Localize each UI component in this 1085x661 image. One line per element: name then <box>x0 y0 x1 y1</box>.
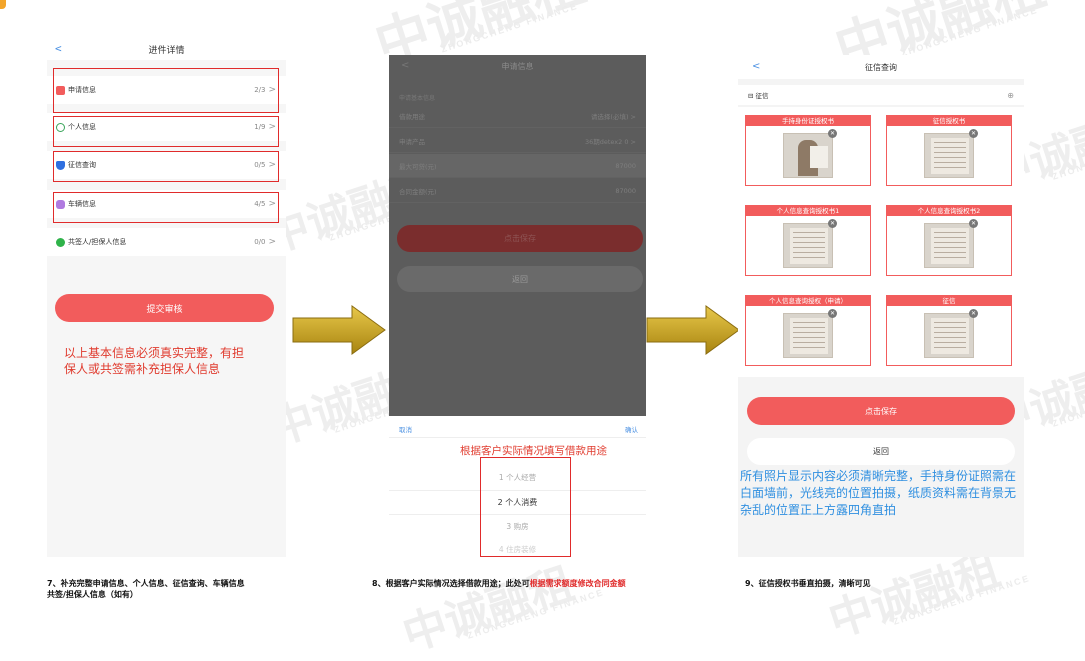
page-title: 申请信息 <box>501 61 534 71</box>
screen-header: < 征信查询 <box>738 55 1024 79</box>
next-step-arrow <box>646 305 740 355</box>
chevron-right-icon: > <box>268 237 276 247</box>
screen-header: < 进件详情 <box>47 38 286 60</box>
field-value: 87000 <box>615 186 636 195</box>
photo-card-credit-auth[interactable]: 征信授权书 ✕ <box>886 115 1012 186</box>
card-title: 征信授权书 <box>887 116 1011 126</box>
field-value: 87000 <box>615 161 636 170</box>
return-button[interactable]: 返回 <box>747 438 1015 465</box>
card-title: 个人信息查询授权（申请） <box>746 296 870 306</box>
highlight-box <box>480 457 571 557</box>
screen-header: < 申请信息 <box>389 55 646 77</box>
step-caption-7: 7、补充完整申请信息、个人信息、征信查询、车辆信息 共签/担保人信息（如有） <box>47 579 245 599</box>
field-label: 借款用途 <box>399 112 425 121</box>
delete-photo-icon[interactable]: ✕ <box>828 309 837 318</box>
corner-mark <box>0 0 6 9</box>
save-button[interactable]: 点击保存 <box>397 225 643 252</box>
card-title: 征信 <box>887 296 1011 306</box>
card-title: 个人信息查询授权书1 <box>746 206 870 216</box>
field-value: 请选择(必填) > <box>590 112 636 121</box>
step-caption-9: 9、征信授权书垂直拍摄，清晰可见 <box>745 579 871 588</box>
section-title: 申请基本信息 <box>399 95 436 102</box>
photo-card-info-auth-applicant[interactable]: 个人信息查询授权（申请） ✕ <box>745 295 871 366</box>
card-title: 手持身份证授权书 <box>746 116 870 126</box>
photo-grid: 手持身份证授权书 ✕ 征信授权书 ✕ 个人信息查询授权书1 ✕ 个人信息查询授权… <box>738 107 1024 377</box>
delete-photo-icon[interactable]: ✕ <box>969 219 978 228</box>
card-title: 个人信息查询授权书2 <box>887 206 1011 216</box>
back-button[interactable]: < <box>401 60 409 71</box>
delete-photo-icon[interactable]: ✕ <box>828 129 837 138</box>
field-product[interactable]: 申请产品 36期detex2 0 > <box>389 129 646 153</box>
watermark: 中诚融租ZHONGCHENG FINANCE <box>396 558 606 661</box>
highlight-box <box>53 68 279 113</box>
progress-detail-screen: < 进件详情 申请信息 2/3 > 个人信息 1/9 > 征信查询 0/5 > … <box>47 38 286 557</box>
photo-instruction-note: 所有照片显示内容必须清晰完整，手持身份证照需在白面墙前，光线亮的位置拍摄，纸质资… <box>740 469 1017 517</box>
return-button[interactable]: 返回 <box>397 266 643 292</box>
photo-thumbnail[interactable] <box>924 133 974 178</box>
field-loan-purpose[interactable]: 借款用途 请选择(必填) > <box>389 104 646 128</box>
field-label: 合同金额(元) <box>399 187 437 196</box>
step-caption-8: 8、根据客户实际情况选择借款用途；此处可根据需求额度修改合同金额 <box>372 579 626 588</box>
photo-thumbnail[interactable] <box>924 313 974 358</box>
instruction-note: 以上基本信息必须真实完整，有担保人或共签需补充担保人信息 <box>64 346 245 376</box>
section-title: ⊟ 征信 <box>748 92 769 100</box>
credit-section-header[interactable]: ⊟ 征信 ⊕ <box>738 85 1024 105</box>
add-icon[interactable]: ⊕ <box>1007 91 1014 100</box>
field-label: 最大可贷(元) <box>399 162 437 171</box>
row-label: 共签人/担保人信息 <box>68 238 127 246</box>
credit-check-screen: < 征信查询 ⊟ 征信 ⊕ 手持身份证授权书 ✕ 征信授权书 ✕ 个人信息查询授… <box>738 55 1024 557</box>
highlight-box <box>53 151 279 182</box>
back-button[interactable]: < <box>55 42 62 55</box>
delete-photo-icon[interactable]: ✕ <box>828 219 837 228</box>
highlight-box <box>53 192 279 223</box>
save-button[interactable]: 点击保存 <box>747 397 1015 425</box>
field-max-loan: 最大可贷(元) 87000 <box>389 154 646 178</box>
next-step-arrow <box>292 305 386 355</box>
photo-thumbnail[interactable] <box>783 313 833 358</box>
photo-card-handheld-id[interactable]: 手持身份证授权书 ✕ <box>745 115 871 186</box>
application-info-screen: < 申请信息 申请基本信息 借款用途 请选择(必填) > 申请产品 36期det… <box>389 55 646 557</box>
row-count: 0/0 <box>254 238 266 246</box>
delete-photo-icon[interactable]: ✕ <box>969 309 978 318</box>
page-title: 进件详情 <box>148 45 185 56</box>
photo-card-info-auth-1[interactable]: 个人信息查询授权书1 ✕ <box>745 205 871 276</box>
field-label: 申请产品 <box>399 137 425 146</box>
picker-hint: 根据客户实际情况填写借款用途 <box>460 445 607 457</box>
photo-thumbnail[interactable] <box>783 223 833 268</box>
photo-card-info-auth-2[interactable]: 个人信息查询授权书2 ✕ <box>886 205 1012 276</box>
picker-confirm-button[interactable]: 确认 <box>625 424 638 434</box>
highlight-box <box>53 116 279 147</box>
picker-toolbar: 取消 确认 <box>389 416 646 438</box>
field-contract-amount[interactable]: 合同金额(元) 87000 <box>389 179 646 203</box>
field-value: 36期detex2 0 > <box>584 137 636 146</box>
photo-card-credit[interactable]: 征信 ✕ <box>886 295 1012 366</box>
co-signer-icon <box>56 237 65 247</box>
photo-thumbnail[interactable] <box>924 223 974 268</box>
back-button[interactable]: < <box>752 61 760 72</box>
submit-review-button[interactable]: 提交审核 <box>55 294 274 322</box>
photo-thumbnail[interactable] <box>783 133 833 178</box>
delete-photo-icon[interactable]: ✕ <box>969 129 978 138</box>
page-title: 征信查询 <box>865 62 897 72</box>
row-co-signer[interactable]: 共签人/担保人信息 0/0 > <box>47 228 286 256</box>
picker-cancel-button[interactable]: 取消 <box>399 424 412 434</box>
